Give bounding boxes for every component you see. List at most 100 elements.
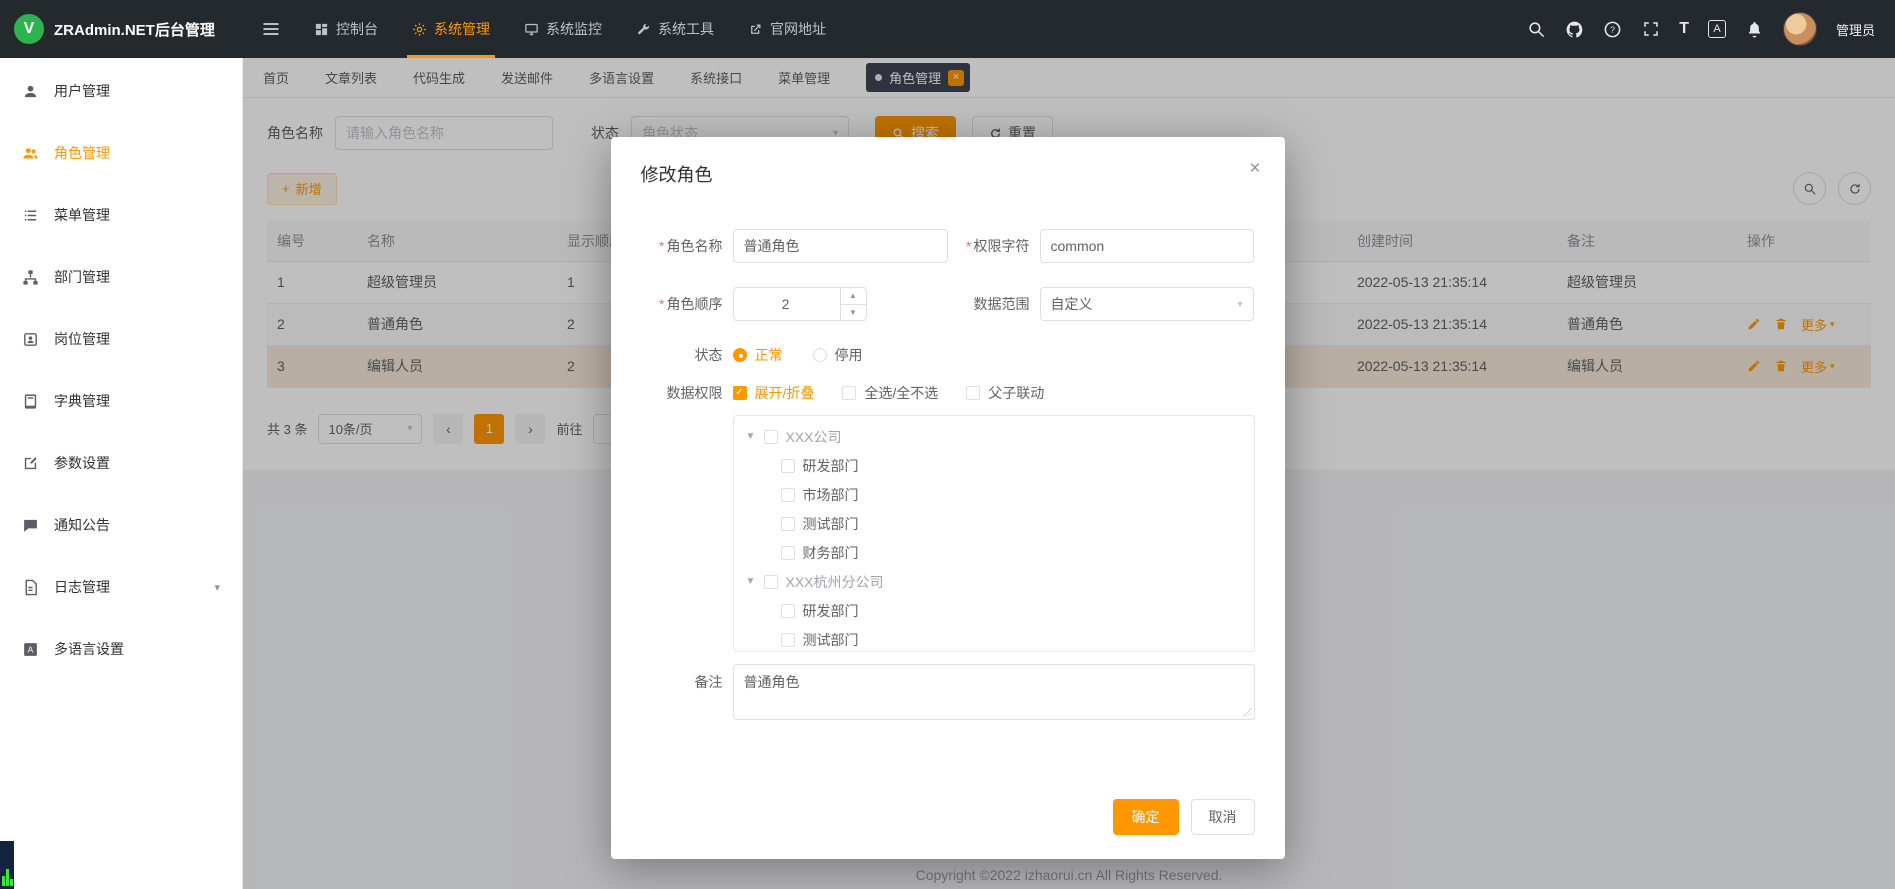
list-icon <box>22 207 39 224</box>
nav-system-manage[interactable]: 系统管理 <box>395 0 507 58</box>
top-bar-actions: ? T A 管理员 <box>1527 12 1895 46</box>
top-nav: 控制台 系统管理 系统监控 系统工具 官网地址 <box>297 0 843 58</box>
tree-node-dept[interactable]: 研发部门 <box>734 596 1254 625</box>
checkbox-icon[interactable] <box>781 517 795 531</box>
corner-widget <box>0 841 14 889</box>
order-number-input: ▲ ▼ <box>733 287 867 321</box>
org-tree-icon <box>22 269 39 286</box>
checkbox-icon <box>842 386 856 400</box>
dialog-role-name-input[interactable] <box>733 229 948 263</box>
checkbox-icon[interactable] <box>764 575 778 589</box>
dialog-perm-input[interactable] <box>1040 229 1254 263</box>
role-name-field-label: *角色名称 <box>641 236 723 256</box>
checkbox-icon <box>966 386 980 400</box>
sidebar-item-label: 多语言设置 <box>54 639 124 659</box>
tree-node-label: 研发部门 <box>803 601 859 621</box>
checkbox-icon[interactable] <box>781 546 795 560</box>
tree-node-label: 市场部门 <box>803 485 859 505</box>
remark-textarea[interactable]: 普通角色 <box>733 664 1255 720</box>
search-icon[interactable] <box>1527 20 1546 39</box>
tree-node-label: 测试部门 <box>803 514 859 534</box>
sidebar-item-label: 日志管理 <box>54 577 110 597</box>
app-root: V ZRAdmin.NET后台管理 控制台 系统管理 系统监控 系统工具 <box>0 0 1895 889</box>
checkbox-label: 展开/折叠 <box>755 383 815 403</box>
sidebar-item-param-settings[interactable]: 参数设置 <box>0 432 242 494</box>
tree-node-company[interactable]: ▼ XXX杭州分公司 <box>734 567 1254 596</box>
sidebar-item-label: 岗位管理 <box>54 329 110 349</box>
book-icon <box>22 393 39 410</box>
chevron-down-icon: ▾ <box>1237 299 1242 310</box>
sidebar-toggle-icon[interactable] <box>261 19 281 39</box>
fullscreen-icon[interactable] <box>1641 20 1660 39</box>
tree-node-dept[interactable]: 研发部门 <box>734 451 1254 480</box>
checkbox-icon[interactable] <box>781 633 795 647</box>
checkbox-icon[interactable] <box>764 430 778 444</box>
nav-console[interactable]: 控制台 <box>297 0 395 58</box>
dialog-title: 修改角色 <box>641 165 713 185</box>
font-size-icon[interactable]: T <box>1679 20 1689 38</box>
nav-system-tools[interactable]: 系统工具 <box>619 0 731 58</box>
data-scope-select[interactable]: 自定义 ▾ <box>1040 287 1254 321</box>
monitor-icon <box>524 22 539 37</box>
sidebar-item-menu-manage[interactable]: 菜单管理 <box>0 184 242 246</box>
dashboard-icon <box>314 22 329 37</box>
select-all-checkbox[interactable]: 全选/全不选 <box>842 383 938 403</box>
close-icon[interactable]: × <box>1249 159 1260 178</box>
tree-node-dept[interactable]: 测试部门 <box>734 625 1254 652</box>
sidebar-item-post-manage[interactable]: 岗位管理 <box>0 308 242 370</box>
sidebar-item-dict-manage[interactable]: 字典管理 <box>0 370 242 432</box>
tree-node-dept[interactable]: 市场部门 <box>734 480 1254 509</box>
external-link-icon <box>748 22 763 37</box>
sidebar-item-label: 通知公告 <box>54 515 110 535</box>
edit-square-icon <box>22 455 39 472</box>
tree-node-dept[interactable]: 测试部门 <box>734 509 1254 538</box>
sidebar-item-notice[interactable]: 通知公告 <box>0 494 242 556</box>
tree-node-dept[interactable]: 财务部门 <box>734 538 1254 567</box>
sidebar-item-log-manage[interactable]: 日志管理 ▾ <box>0 556 242 618</box>
stepper-up-button[interactable]: ▲ <box>841 288 866 305</box>
dept-tree: ▼ XXX公司 研发部门 市场部门 测试部门 <box>733 415 1255 652</box>
nav-label: 系统工具 <box>658 19 714 39</box>
language-icon[interactable]: A <box>1708 20 1726 38</box>
sidebar: 用户管理 角色管理 菜单管理 部门管理 岗位管理 字典管理 参数设置 通知公告 <box>0 58 243 889</box>
radio-label: 正常 <box>755 345 783 365</box>
nav-label: 系统监控 <box>546 19 602 39</box>
parent-child-link-checkbox[interactable]: 父子联动 <box>966 383 1044 403</box>
user-avatar[interactable] <box>1783 12 1817 46</box>
caret-down-icon[interactable]: ▼ <box>744 576 758 587</box>
app-logo[interactable]: V ZRAdmin.NET后台管理 <box>0 14 243 44</box>
scope-field-label: 数据范围 <box>948 294 1030 314</box>
nav-website-link[interactable]: 官网地址 <box>731 0 843 58</box>
sidebar-item-dept-manage[interactable]: 部门管理 <box>0 246 242 308</box>
sidebar-item-language-settings[interactable]: A 多语言设置 <box>0 618 242 680</box>
app-title: ZRAdmin.NET后台管理 <box>54 19 215 40</box>
help-icon[interactable]: ? <box>1603 20 1622 39</box>
confirm-button[interactable]: 确定 <box>1113 799 1179 835</box>
status-radio-normal[interactable]: 正常 <box>733 345 783 365</box>
sidebar-item-label: 部门管理 <box>54 267 110 287</box>
username[interactable]: 管理员 <box>1836 20 1875 39</box>
nav-system-monitor[interactable]: 系统监控 <box>507 0 619 58</box>
sidebar-item-label: 菜单管理 <box>54 205 110 225</box>
expand-collapse-checkbox[interactable]: ✓ 展开/折叠 <box>733 383 815 403</box>
checkbox-icon[interactable] <box>781 459 795 473</box>
data-scope-value: 自定义 <box>1051 294 1093 314</box>
badge-icon <box>22 331 39 348</box>
sidebar-item-role-manage[interactable]: 角色管理 <box>0 122 242 184</box>
status-radio-disabled[interactable]: 停用 <box>813 345 863 365</box>
sidebar-item-user-manage[interactable]: 用户管理 <box>0 60 242 122</box>
sidebar-item-label: 字典管理 <box>54 391 110 411</box>
checkbox-icon[interactable] <box>781 604 795 618</box>
stepper-down-button[interactable]: ▼ <box>841 305 866 321</box>
checkbox-label: 全选/全不选 <box>864 383 938 403</box>
bell-icon[interactable] <box>1745 20 1764 39</box>
tree-node-company[interactable]: ▼ XXX公司 <box>734 422 1254 451</box>
cancel-button[interactable]: 取消 <box>1191 799 1255 835</box>
perm-field-label: *权限字符 <box>948 236 1030 256</box>
resize-grip-icon[interactable] <box>1243 708 1252 717</box>
caret-down-icon[interactable]: ▼ <box>744 431 758 442</box>
chat-bubble-icon <box>22 517 39 534</box>
github-icon[interactable] <box>1565 20 1584 39</box>
dialog-footer: 确定 取消 <box>611 799 1285 859</box>
checkbox-icon[interactable] <box>781 488 795 502</box>
